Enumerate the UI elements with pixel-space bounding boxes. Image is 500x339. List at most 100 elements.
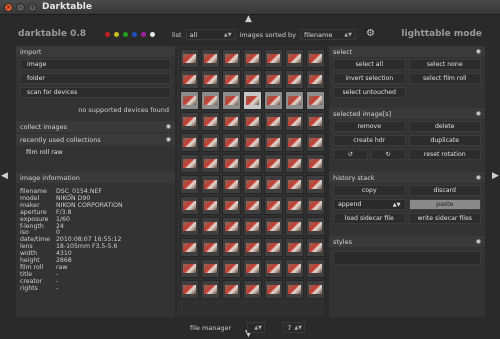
- image-thumbnail[interactable]: [201, 280, 220, 299]
- image-thumbnail[interactable]: [285, 280, 304, 299]
- image-thumbnail[interactable]: [180, 217, 199, 236]
- expand-icon[interactable]: ◉: [476, 48, 481, 55]
- discard-history-button[interactable]: discard: [408, 185, 481, 196]
- image-thumbnail[interactable]: [180, 175, 199, 194]
- load-sidecar-button[interactable]: load sidecar file: [333, 213, 406, 224]
- image-thumbnail[interactable]: [285, 133, 304, 152]
- image-thumbnail[interactable]: [306, 133, 325, 152]
- reset-rotation-button[interactable]: reset rotation: [408, 149, 481, 160]
- styles-header[interactable]: styles ◉: [329, 236, 485, 247]
- copy-history-button[interactable]: copy: [333, 185, 406, 196]
- expand-icon[interactable]: ◉: [476, 110, 481, 117]
- duplicate-button[interactable]: duplicate: [408, 135, 481, 146]
- list-filter-dropdown[interactable]: all ▲▼: [185, 29, 236, 40]
- image-thumbnail[interactable]: [285, 70, 304, 89]
- image-thumbnail[interactable]: [222, 280, 241, 299]
- image-thumbnail[interactable]: [306, 217, 325, 236]
- image-thumbnail[interactable]: [264, 280, 283, 299]
- paste-history-button[interactable]: paste: [408, 199, 481, 210]
- image-thumbnail[interactable]: [306, 70, 325, 89]
- select-film-roll-button[interactable]: select film roll: [408, 73, 481, 84]
- image-thumbnail[interactable]: [201, 133, 220, 152]
- color-label-dot[interactable]: [132, 32, 137, 37]
- image-thumbnail[interactable]: [222, 175, 241, 194]
- image-thumbnail[interactable]: [264, 70, 283, 89]
- image-thumbnail[interactable]: [264, 49, 283, 68]
- image-thumbnail[interactable]: [201, 196, 220, 215]
- color-label-dot[interactable]: [141, 32, 146, 37]
- image-thumbnail[interactable]: [243, 217, 262, 236]
- select-untouched-button[interactable]: select untouched: [333, 87, 406, 98]
- image-thumbnail[interactable]: [306, 154, 325, 173]
- image-thumbnail[interactable]: [222, 91, 241, 110]
- image-thumbnail[interactable]: [306, 259, 325, 278]
- image-thumbnail[interactable]: [201, 175, 220, 194]
- rotate-ccw-button[interactable]: ↺: [333, 149, 368, 160]
- write-sidecar-button[interactable]: write sidecar files: [408, 213, 481, 224]
- image-thumbnail[interactable]: [306, 196, 325, 215]
- image-thumbnail[interactable]: [180, 238, 199, 257]
- image-thumbnail[interactable]: [264, 217, 283, 236]
- image-thumbnail[interactable]: [222, 70, 241, 89]
- image-thumbnail[interactable]: [285, 259, 304, 278]
- image-thumbnail[interactable]: [243, 280, 262, 299]
- select-section-header[interactable]: select ◉: [329, 46, 485, 57]
- image-thumbnail[interactable]: [180, 280, 199, 299]
- image-thumbnail[interactable]: [285, 175, 304, 194]
- image-thumbnail[interactable]: [201, 70, 220, 89]
- image-thumbnail[interactable]: [180, 91, 199, 110]
- import-section-header[interactable]: import: [16, 46, 175, 57]
- image-thumbnail[interactable]: [201, 91, 220, 110]
- image-thumbnail[interactable]: [180, 154, 199, 173]
- close-window-button[interactable]: ×: [4, 3, 13, 12]
- image-thumbnail[interactable]: [243, 175, 262, 194]
- image-thumbnail[interactable]: [285, 91, 304, 110]
- image-thumbnail[interactable]: [222, 196, 241, 215]
- rotate-cw-button[interactable]: ↻: [370, 149, 406, 160]
- image-thumbnail[interactable]: [306, 112, 325, 131]
- image-thumbnail[interactable]: [243, 196, 262, 215]
- image-thumbnail[interactable]: [201, 259, 220, 278]
- recent-collections-header[interactable]: recently used collections ◉: [16, 134, 175, 145]
- image-thumbnail[interactable]: [222, 133, 241, 152]
- image-thumbnail[interactable]: [285, 49, 304, 68]
- image-thumbnail[interactable]: [180, 49, 199, 68]
- sort-dropdown[interactable]: filename ▲▼: [300, 29, 356, 40]
- image-thumbnail[interactable]: [201, 238, 220, 257]
- collect-images-header[interactable]: collect images ◉: [16, 121, 175, 132]
- paste-mode-dropdown[interactable]: append ▲▼: [333, 199, 406, 210]
- image-thumbnail[interactable]: [285, 238, 304, 257]
- image-thumbnail[interactable]: [264, 238, 283, 257]
- recent-collection-item[interactable]: film roll raw: [20, 147, 171, 158]
- image-thumbnail[interactable]: [222, 112, 241, 131]
- import-image-button[interactable]: image: [20, 59, 171, 70]
- styles-list[interactable]: [333, 251, 481, 265]
- image-thumbnail[interactable]: [243, 49, 262, 68]
- image-thumbnail[interactable]: [222, 217, 241, 236]
- image-thumbnail[interactable]: [243, 91, 262, 110]
- image-thumbnail[interactable]: [201, 112, 220, 131]
- expand-icon[interactable]: ◉: [476, 238, 481, 245]
- delete-button[interactable]: delete: [408, 121, 481, 132]
- expand-icon[interactable]: ◉: [166, 123, 171, 130]
- image-thumbnail[interactable]: [306, 238, 325, 257]
- image-thumbnail[interactable]: [243, 154, 262, 173]
- color-label-dot[interactable]: [105, 32, 110, 37]
- image-thumbnail[interactable]: [264, 196, 283, 215]
- color-label-dot[interactable]: [123, 32, 128, 37]
- image-thumbnail[interactable]: [264, 133, 283, 152]
- image-thumbnail[interactable]: [264, 112, 283, 131]
- image-thumbnail[interactable]: [201, 49, 220, 68]
- view-dropdown[interactable]: ▲▼: [247, 322, 266, 333]
- image-thumbnail[interactable]: [306, 280, 325, 299]
- invert-selection-button[interactable]: invert selection: [333, 73, 406, 84]
- image-thumbnail[interactable]: [180, 70, 199, 89]
- scan-devices-button[interactable]: scan for devices: [20, 87, 171, 98]
- minimize-window-button[interactable]: –: [16, 3, 25, 12]
- image-thumbnail[interactable]: [243, 238, 262, 257]
- expand-icon[interactable]: ◉: [476, 174, 481, 181]
- image-thumbnail[interactable]: [264, 154, 283, 173]
- image-thumbnail[interactable]: [222, 238, 241, 257]
- expand-icon[interactable]: ◉: [166, 136, 171, 143]
- color-label-dot[interactable]: [114, 32, 119, 37]
